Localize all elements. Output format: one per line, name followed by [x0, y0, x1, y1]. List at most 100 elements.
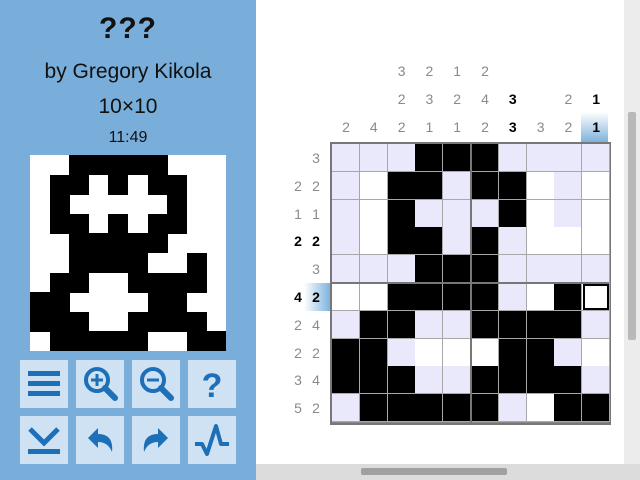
- grid-cell[interactable]: [387, 171, 416, 200]
- grid-cell[interactable]: [332, 366, 360, 395]
- grid-cell[interactable]: [471, 394, 499, 423]
- grid-cell[interactable]: [332, 394, 360, 423]
- grid-cell[interactable]: [554, 199, 583, 228]
- grid-cell[interactable]: [387, 366, 416, 395]
- grid-cell[interactable]: [443, 171, 472, 200]
- zoom-in-button[interactable]: [76, 360, 124, 408]
- grid-cell[interactable]: [415, 310, 444, 339]
- grid-cell[interactable]: [332, 227, 360, 256]
- grid-cell[interactable]: [498, 310, 527, 339]
- grid-cell[interactable]: [359, 394, 388, 423]
- grid-cell[interactable]: [498, 255, 527, 284]
- grid-cell[interactable]: [387, 144, 416, 172]
- grid-cell[interactable]: [443, 227, 472, 256]
- grid-cell[interactable]: [554, 227, 583, 256]
- grid-cell[interactable]: [526, 227, 555, 256]
- grid-cell[interactable]: [471, 144, 499, 172]
- grid-cell[interactable]: [526, 394, 555, 423]
- horizontal-scrollbar-thumb[interactable]: [361, 468, 507, 475]
- check-button[interactable]: [188, 416, 236, 464]
- grid-cell[interactable]: [471, 283, 499, 311]
- grid-cell[interactable]: [359, 255, 388, 284]
- zoom-out-button[interactable]: [132, 360, 180, 408]
- grid-cell[interactable]: [387, 310, 416, 339]
- grid-cell[interactable]: [443, 255, 472, 284]
- grid-cell[interactable]: [415, 283, 444, 311]
- grid-cell[interactable]: [332, 199, 360, 228]
- grid-cell-selected[interactable]: [582, 283, 611, 311]
- undo-button[interactable]: [76, 416, 124, 464]
- grid-cell[interactable]: [526, 310, 555, 339]
- grid-cell[interactable]: [498, 171, 527, 200]
- grid-cell[interactable]: [582, 310, 611, 339]
- help-button[interactable]: ?: [188, 360, 236, 408]
- grid-cell[interactable]: [359, 310, 388, 339]
- grid-cell[interactable]: [415, 255, 444, 284]
- grid-cell[interactable]: [582, 144, 611, 172]
- grid-cell[interactable]: [443, 338, 472, 367]
- grid-cell[interactable]: [582, 366, 611, 395]
- grid-cell[interactable]: [498, 144, 527, 172]
- grid-cell[interactable]: [359, 338, 388, 367]
- grid-cell[interactable]: [526, 144, 555, 172]
- grid-cell[interactable]: [332, 283, 360, 311]
- grid-cell[interactable]: [415, 171, 444, 200]
- grid-cell[interactable]: [526, 171, 555, 200]
- grid-cell[interactable]: [359, 171, 388, 200]
- grid-cell[interactable]: [554, 366, 583, 395]
- grid-cell[interactable]: [443, 310, 472, 339]
- grid-cell[interactable]: [554, 171, 583, 200]
- grid-cell[interactable]: [554, 144, 583, 172]
- grid-cell[interactable]: [498, 283, 527, 311]
- grid-cell[interactable]: [471, 171, 499, 200]
- grid-cell[interactable]: [582, 171, 611, 200]
- grid-cell[interactable]: [415, 227, 444, 256]
- grid-cell[interactable]: [582, 227, 611, 256]
- grid-cell[interactable]: [582, 199, 611, 228]
- grid-cell[interactable]: [582, 394, 611, 423]
- grid-cell[interactable]: [526, 199, 555, 228]
- grid-cell[interactable]: [498, 394, 527, 423]
- grid-cell[interactable]: [332, 338, 360, 367]
- grid-cell[interactable]: [443, 394, 472, 423]
- grid-cell[interactable]: [443, 199, 472, 228]
- grid-cell[interactable]: [471, 199, 499, 228]
- grid-cell[interactable]: [498, 199, 527, 228]
- grid-cell[interactable]: [415, 366, 444, 395]
- collapse-button[interactable]: [20, 416, 68, 464]
- grid-cell[interactable]: [554, 310, 583, 339]
- grid-cell[interactable]: [415, 199, 444, 228]
- grid-cell[interactable]: [498, 227, 527, 256]
- grid-cell[interactable]: [387, 283, 416, 311]
- vertical-scrollbar-thumb[interactable]: [628, 112, 636, 340]
- grid-cell[interactable]: [471, 338, 499, 367]
- grid-cell[interactable]: [387, 338, 416, 367]
- grid-cell[interactable]: [526, 338, 555, 367]
- grid-cell[interactable]: [387, 394, 416, 423]
- grid-cell[interactable]: [359, 199, 388, 228]
- grid-cell[interactable]: [359, 283, 388, 311]
- grid-cell[interactable]: [443, 283, 472, 311]
- grid-cell[interactable]: [554, 283, 583, 311]
- menu-button[interactable]: [20, 360, 68, 408]
- grid-cell[interactable]: [526, 366, 555, 395]
- grid-cell[interactable]: [359, 144, 388, 172]
- grid-cell[interactable]: [387, 255, 416, 284]
- grid-cell[interactable]: [332, 171, 360, 200]
- grid-cell[interactable]: [415, 338, 444, 367]
- grid-cell[interactable]: [387, 199, 416, 228]
- grid-cell[interactable]: [332, 144, 360, 172]
- grid-cell[interactable]: [415, 394, 444, 423]
- grid-cell[interactable]: [471, 255, 499, 284]
- grid-cell[interactable]: [471, 310, 499, 339]
- grid-cell[interactable]: [387, 227, 416, 256]
- grid-cell[interactable]: [526, 283, 555, 311]
- grid-cell[interactable]: [498, 366, 527, 395]
- grid-cell[interactable]: [526, 255, 555, 284]
- grid-cell[interactable]: [443, 144, 472, 172]
- grid-cell[interactable]: [582, 338, 611, 367]
- grid-cell[interactable]: [554, 255, 583, 284]
- grid-cell[interactable]: [359, 366, 388, 395]
- grid-cell[interactable]: [554, 394, 583, 423]
- grid-cell[interactable]: [471, 366, 499, 395]
